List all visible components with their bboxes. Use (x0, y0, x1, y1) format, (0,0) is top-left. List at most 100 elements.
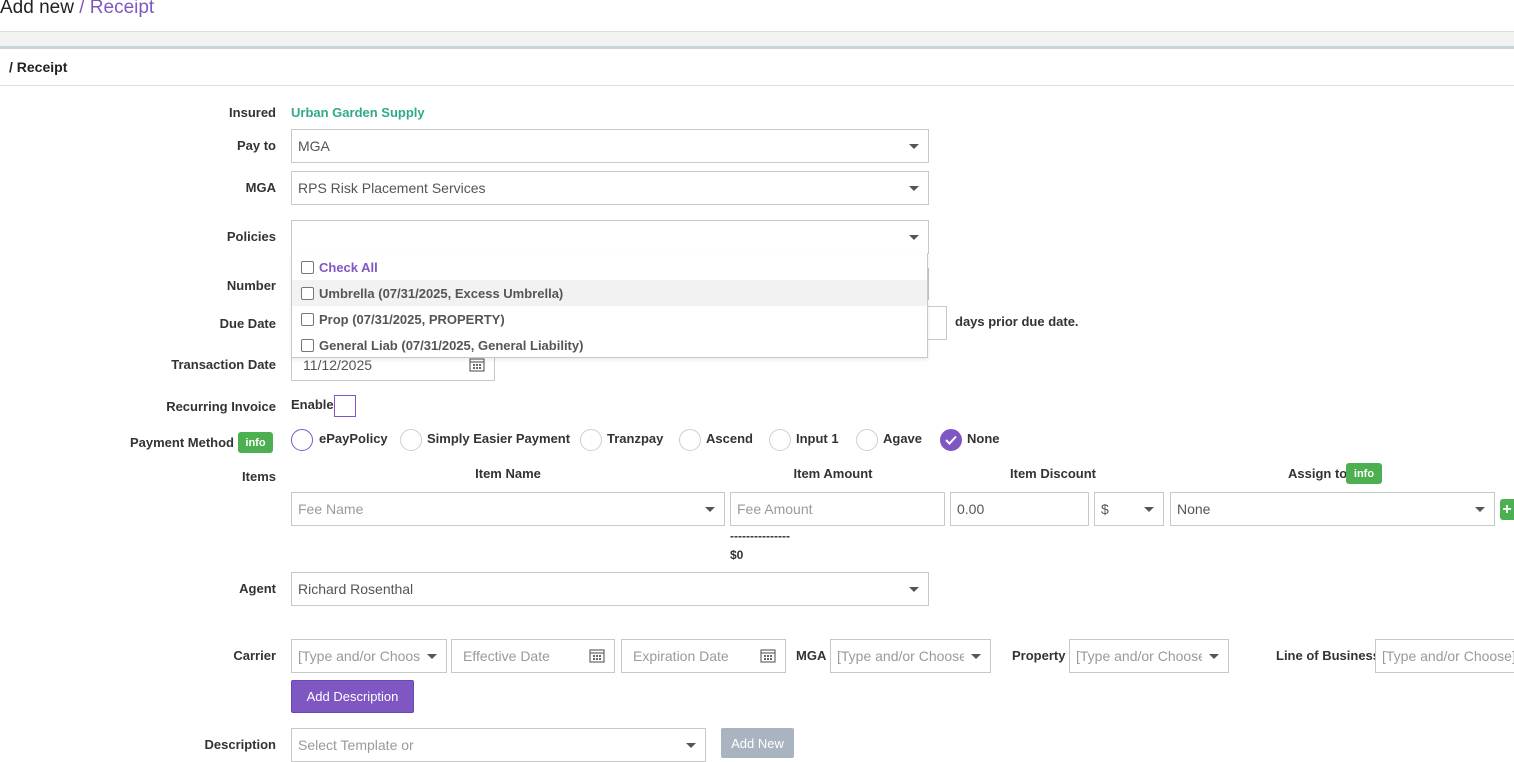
payment-method-info-badge[interactable]: info (238, 432, 273, 453)
payment-option-label: Agave (883, 431, 923, 446)
payment-radio-agave[interactable] (856, 429, 878, 451)
payment-option-label: ePayPolicy (319, 431, 388, 446)
property-select[interactable]: [Type and/or Choose] (1069, 639, 1229, 673)
line-of-business-label: Line of Business (1276, 648, 1381, 663)
agent-value: Richard Rosenthal (298, 581, 414, 597)
chevron-down-icon (909, 144, 919, 149)
policy-checkbox[interactable] (301, 312, 314, 326)
check-all-checkbox[interactable] (301, 260, 314, 274)
section-divider (0, 85, 1514, 86)
pay-to-label: Pay to (236, 138, 276, 153)
payment-option-label: None (967, 431, 1000, 446)
item-name-header: Item Name (475, 466, 541, 481)
recurring-enable-checkbox[interactable] (334, 395, 356, 417)
items-total-divider: --------------- (730, 529, 790, 543)
payment-radio-epaypolicy[interactable] (291, 429, 313, 451)
payment-option-label: Simply Easier Payment (427, 431, 571, 446)
calendar-icon[interactable] (469, 357, 485, 372)
expiration-date-input[interactable]: Expiration Date (621, 639, 786, 673)
policies-option-label: Check All (319, 259, 378, 275)
chevron-down-icon (909, 186, 919, 191)
line-of-business-select[interactable]: [Type and/or Choose] (1375, 639, 1514, 673)
checkmark-icon (945, 435, 957, 445)
description-template-placeholder: Select Template or (298, 737, 414, 753)
page-title-prefix: Add new (0, 0, 74, 18)
payment-option-label: Tranzpay (607, 431, 664, 446)
assign-info-badge[interactable]: info (1346, 463, 1382, 484)
carrier-mga-select[interactable]: [Type and/or Choose] (830, 639, 991, 673)
mga-select[interactable]: RPS Risk Placement Services (291, 171, 929, 205)
payment-radio-input1[interactable] (769, 429, 791, 451)
payment-method-label: Payment Method (129, 435, 234, 450)
policies-option-label: Umbrella (07/31/2025, Excess Umbrella) (319, 285, 564, 301)
transaction-date-value: 11/12/2025 (303, 356, 373, 373)
transaction-date-label: Transaction Date (171, 357, 276, 372)
item-discount-input[interactable]: 0.00 (950, 492, 1089, 526)
agent-select[interactable]: Richard Rosenthal (291, 572, 929, 606)
carrier-placeholder: [Type and/or Choose] (298, 648, 420, 664)
policies-option[interactable]: Umbrella (07/31/2025, Excess Umbrella) (292, 280, 927, 306)
fee-name-placeholder: Fee Name (298, 501, 364, 517)
fee-name-select[interactable]: Fee Name (291, 492, 725, 526)
policies-option-label: General Liab (07/31/2025, General Liabil… (319, 337, 584, 353)
number-label: Number (226, 278, 276, 293)
pay-to-select[interactable]: MGA (291, 129, 929, 163)
top-band-divider (0, 46, 1514, 49)
payment-radio-none[interactable] (940, 429, 962, 451)
agent-label: Agent (239, 581, 276, 596)
add-description-button[interactable]: Add Description (291, 680, 414, 713)
carrier-label: Carrier (233, 648, 276, 663)
page-title-crumb[interactable]: / Receipt (79, 0, 154, 18)
assign-to-value: None (1177, 501, 1211, 517)
recurring-invoice-label: Recurring Invoice (166, 399, 276, 414)
policy-checkbox[interactable] (301, 286, 314, 300)
discount-type-select[interactable]: $ (1094, 492, 1164, 526)
recurring-enable-label: Enable (291, 397, 334, 412)
policies-select[interactable] (291, 220, 929, 254)
policies-option[interactable]: Prop (07/31/2025, PROPERTY) (292, 306, 927, 332)
effective-date-placeholder: Effective Date (463, 648, 550, 664)
carrier-mga-placeholder: [Type and/or Choose] (837, 648, 964, 664)
calendar-icon[interactable] (760, 648, 776, 663)
policies-option[interactable]: General Liab (07/31/2025, General Liabil… (292, 332, 927, 358)
add-new-button[interactable]: Add New (721, 728, 794, 758)
assign-to-header: Assign to (1288, 466, 1348, 481)
line-of-business-placeholder: [Type and/or Choose] (1382, 648, 1514, 664)
fee-amount-placeholder: Fee Amount (737, 501, 813, 517)
chevron-down-icon (686, 743, 696, 748)
chevron-down-icon (1209, 654, 1219, 659)
payment-option-label: Ascend (706, 431, 753, 446)
chevron-down-icon (971, 654, 981, 659)
payment-radio-simply-easier[interactable] (400, 429, 422, 451)
fee-amount-input[interactable]: Fee Amount (730, 492, 945, 526)
policies-dropdown-panel: Check All Umbrella (07/31/2025, Excess U… (291, 253, 928, 358)
section-title: / Receipt (9, 59, 68, 75)
item-discount-value: 0.00 (957, 501, 985, 517)
carrier-select[interactable]: [Type and/or Choose] (291, 639, 447, 673)
property-placeholder: [Type and/or Choose] (1076, 648, 1202, 664)
policies-option-check-all[interactable]: Check All (292, 254, 927, 280)
due-days-suffix: days prior due date. (955, 314, 1079, 329)
add-item-button[interactable]: + (1500, 499, 1514, 520)
item-amount-header: Item Amount (793, 466, 873, 481)
discount-type-value: $ (1101, 501, 1109, 517)
due-date-label: Due Date (219, 316, 276, 331)
chevron-down-icon (705, 507, 715, 512)
expiration-date-placeholder: Expiration Date (633, 648, 729, 664)
insured-value[interactable]: Urban Garden Supply (291, 105, 425, 120)
insured-label: Insured (229, 105, 276, 120)
policy-checkbox[interactable] (301, 338, 314, 352)
assign-to-select[interactable]: None (1170, 492, 1495, 526)
effective-date-input[interactable]: Effective Date (451, 639, 615, 673)
chevron-down-icon (909, 587, 919, 592)
items-label: Items (242, 469, 276, 484)
calendar-icon[interactable] (589, 648, 605, 663)
payment-option-label: Input 1 (796, 431, 839, 446)
payment-radio-tranzpay[interactable] (580, 429, 602, 451)
property-label: Property (1012, 648, 1066, 663)
description-template-select[interactable]: Select Template or (291, 728, 706, 762)
chevron-down-icon (909, 235, 919, 240)
items-total: $0 (730, 548, 744, 562)
page-title: Add new / Receipt (0, 0, 154, 19)
payment-radio-ascend[interactable] (679, 429, 701, 451)
